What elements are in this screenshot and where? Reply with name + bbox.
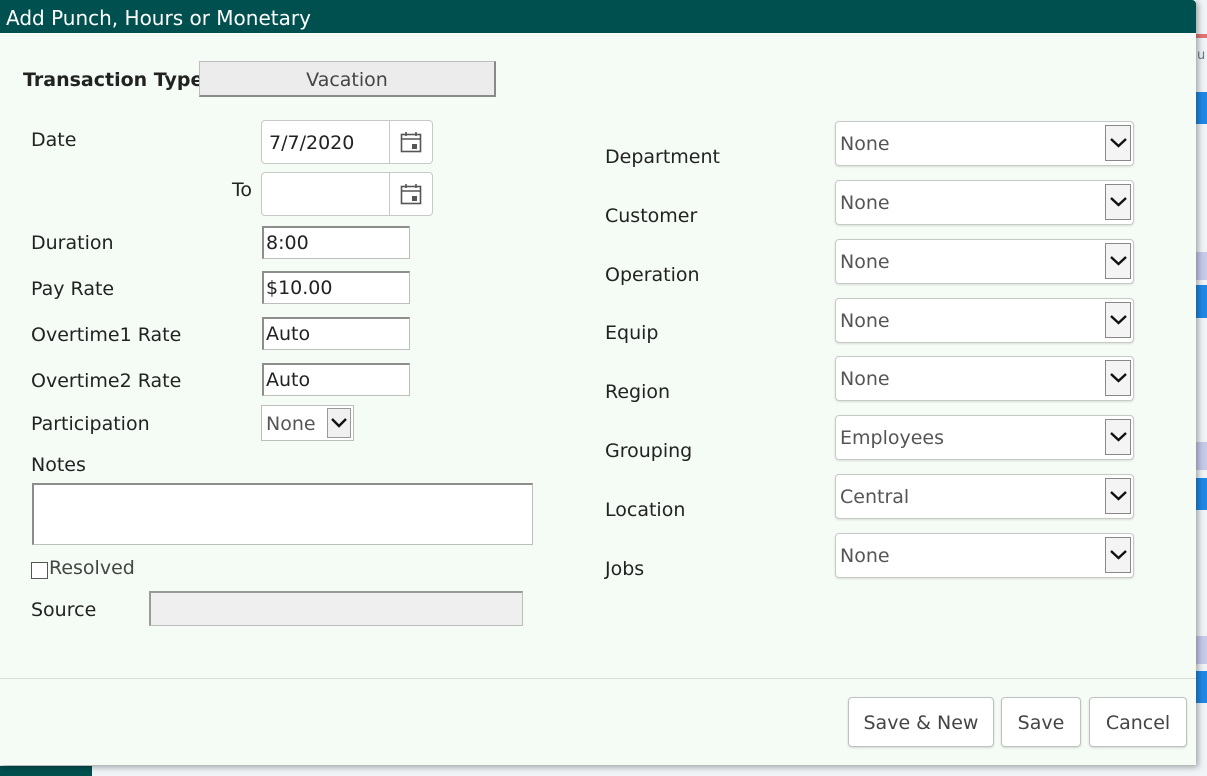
region-select[interactable]: None: [835, 356, 1134, 401]
region-label: Region: [605, 381, 671, 403]
background-text: u: [1197, 48, 1206, 63]
chevron-down-icon[interactable]: [1105, 302, 1131, 338]
date-label: Date: [31, 129, 77, 151]
background-strip: [1195, 636, 1207, 664]
date-picker[interactable]: 7/7/2020: [261, 120, 433, 164]
location-select[interactable]: Central: [835, 474, 1134, 519]
calendar-icon[interactable]: [389, 173, 432, 215]
chevron-down-icon[interactable]: [327, 408, 351, 438]
grouping-label: Grouping: [605, 440, 693, 462]
participation-select[interactable]: None: [261, 405, 354, 441]
duration-label: Duration: [31, 232, 114, 254]
add-punch-dialog: Add Punch, Hours or Monetary Transaction…: [0, 0, 1196, 765]
dialog-title[interactable]: Add Punch, Hours or Monetary: [0, 0, 1196, 33]
department-select[interactable]: None: [835, 121, 1134, 166]
background-strip: [1195, 92, 1207, 124]
jobs-label: Jobs: [605, 558, 645, 580]
transaction-type-label: Transaction Type: [23, 69, 204, 91]
chevron-down-icon[interactable]: [1105, 478, 1131, 514]
date-to-label: To: [232, 179, 253, 201]
save-and-new-button[interactable]: Save & New: [848, 697, 994, 747]
customer-value: None: [840, 192, 890, 214]
notes-label: Notes: [31, 454, 86, 476]
customer-label: Customer: [605, 205, 698, 227]
operation-label: Operation: [605, 264, 700, 286]
region-value: None: [840, 368, 890, 390]
participation-value: None: [266, 413, 316, 435]
chevron-down-icon[interactable]: [1105, 419, 1131, 455]
background-strip: [1195, 252, 1207, 280]
pay-rate-label: Pay Rate: [31, 278, 115, 300]
footer-divider: [0, 678, 1196, 679]
background-strip: [1195, 442, 1207, 470]
location-value: Central: [840, 486, 910, 508]
equip-select[interactable]: None: [835, 298, 1134, 343]
chevron-down-icon[interactable]: [1105, 125, 1131, 161]
location-label: Location: [605, 499, 686, 521]
date-to-picker[interactable]: [261, 172, 433, 216]
background-footer: [0, 766, 92, 776]
cancel-button[interactable]: Cancel: [1089, 697, 1187, 747]
department-value: None: [840, 133, 890, 155]
chevron-down-icon[interactable]: [1105, 243, 1131, 279]
resolved-label[interactable]: Resolved: [49, 557, 135, 579]
date-value[interactable]: 7/7/2020: [269, 121, 354, 165]
overtime2-rate-input[interactable]: Auto: [262, 363, 410, 396]
operation-select[interactable]: None: [835, 239, 1134, 284]
calendar-icon[interactable]: [389, 121, 432, 163]
chevron-down-icon[interactable]: [1105, 184, 1131, 220]
background-strip: [1195, 671, 1207, 703]
background-accent: [1196, 34, 1207, 38]
pay-rate-input[interactable]: $10.00: [262, 271, 410, 304]
chevron-down-icon[interactable]: [1105, 360, 1131, 396]
operation-value: None: [840, 251, 890, 273]
department-label: Department: [605, 146, 720, 168]
grouping-value: Employees: [840, 427, 944, 449]
notes-textarea[interactable]: [32, 483, 533, 545]
duration-input[interactable]: 8:00: [262, 226, 410, 259]
resolved-checkbox[interactable]: [31, 562, 48, 579]
source-input: [149, 591, 523, 626]
chevron-down-icon[interactable]: [1105, 537, 1131, 573]
source-label: Source: [31, 599, 97, 621]
customer-select[interactable]: None: [835, 180, 1134, 225]
overtime1-rate-label: Overtime1 Rate: [31, 324, 182, 346]
transaction-type-button[interactable]: Vacation: [199, 61, 496, 97]
equip-label: Equip: [605, 322, 659, 344]
overtime1-rate-input[interactable]: Auto: [262, 317, 410, 350]
background-strip: [1195, 285, 1207, 318]
jobs-select[interactable]: None: [835, 533, 1134, 578]
participation-label: Participation: [31, 413, 150, 435]
background-strip: [1195, 478, 1207, 510]
equip-value: None: [840, 310, 890, 332]
jobs-value: None: [840, 545, 890, 567]
grouping-select[interactable]: Employees: [835, 415, 1134, 460]
save-button[interactable]: Save: [1001, 697, 1081, 747]
overtime2-rate-label: Overtime2 Rate: [31, 370, 182, 392]
